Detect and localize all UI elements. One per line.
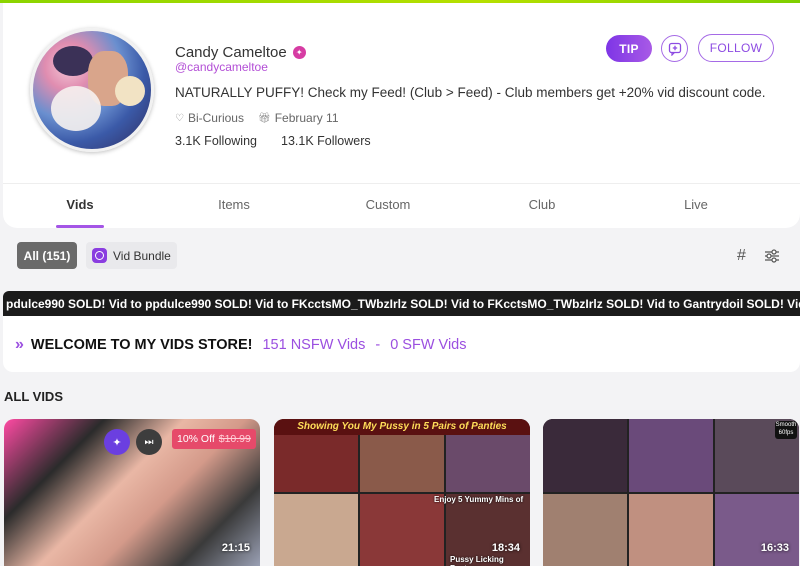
double-chevron-icon: »: [15, 336, 24, 353]
orientation-label: Bi-Curious: [187, 111, 244, 125]
profile-bio: NATURALLY PUFFY! Check my Feed! (Club > …: [175, 85, 766, 100]
welcome-banner: » WELCOME TO MY VIDS STORE! 151 NSFW Vid…: [15, 336, 466, 354]
thumb-cell: [543, 419, 627, 492]
tab-live[interactable]: Live: [619, 184, 773, 228]
birthday: 🎁︎ February 11: [258, 111, 339, 125]
nsfw-count[interactable]: 151 NSFW Vids: [262, 337, 365, 353]
thumb-cell: [715, 493, 799, 566]
tab-club[interactable]: Club: [465, 184, 619, 228]
sparkle-icon[interactable]: ✦: [104, 429, 130, 455]
video-card[interactable]: ✦ ⏭ 10% Off $10.99 21:15: [4, 419, 260, 566]
bundle-icon: [92, 248, 107, 263]
profile-tabs: Vids Items Custom Club Live: [3, 184, 800, 228]
avatar-art: [51, 86, 101, 131]
followers-count[interactable]: 13.1K Followers: [281, 134, 371, 148]
sales-ticker: pdulce990 SOLD! Vid to ppdulce990 SOLD! …: [3, 291, 800, 316]
filter-vid-bundle-label: Vid Bundle: [113, 248, 171, 263]
hashtag-icon[interactable]: #: [737, 247, 746, 265]
discount-label: 10% Off: [177, 433, 215, 445]
ticker-text: pdulce990 SOLD! Vid to ppdulce990 SOLD! …: [6, 296, 800, 311]
tab-custom[interactable]: Custom: [311, 184, 465, 228]
follow-button[interactable]: FOLLOW: [698, 34, 774, 62]
tab-items[interactable]: Items: [157, 184, 311, 228]
thumb-cell: [360, 493, 444, 566]
message-button[interactable]: [661, 35, 688, 62]
orientation: ♡ Bi-Curious: [175, 111, 244, 125]
fps-badge: Smooth 60fps: [775, 421, 797, 439]
avatar-art: [115, 76, 145, 106]
video-duration: 21:15: [221, 542, 250, 554]
count-separator: -: [375, 337, 381, 353]
avatar[interactable]: [30, 28, 154, 152]
chat-plus-icon: [668, 42, 681, 56]
verified-badge-icon: ✦: [292, 46, 306, 59]
avatar-art: [53, 46, 93, 76]
video-card[interactable]: Smooth 60fps 16:33: [543, 419, 799, 566]
birthday-label: February 11: [274, 111, 339, 125]
tab-vids[interactable]: Vids: [3, 184, 157, 228]
filter-vid-bundle-button[interactable]: Vid Bundle: [86, 242, 177, 269]
section-title: ALL VIDS: [4, 389, 63, 404]
filter-all-button[interactable]: All (151): [17, 242, 77, 269]
heart-icon: ♡: [175, 112, 184, 124]
sfw-count[interactable]: 0 SFW Vids: [390, 337, 466, 353]
thumb-cell: [629, 493, 713, 566]
video-duration: 18:34: [491, 542, 520, 554]
following-count[interactable]: 3.1K Following: [175, 134, 257, 148]
thumb-cell: [274, 493, 358, 566]
tip-button[interactable]: TIP: [606, 35, 652, 62]
profile-name: Candy Cameltoe: [175, 44, 287, 61]
video-caption: Enjoy 5 Yummy Mins of: [434, 495, 524, 504]
skip-forward-icon[interactable]: ⏭: [136, 429, 162, 455]
follow-counts: 3.1K Following 13.1K Followers: [175, 134, 371, 148]
video-caption: Pussy Licking Fantasy: [450, 555, 504, 566]
discount-badge: 10% Off $10.99: [172, 429, 256, 449]
welcome-title: WELCOME TO MY VIDS STORE!: [30, 337, 253, 353]
video-duration: 16:33: [760, 542, 789, 554]
gift-icon: 🎁︎: [257, 112, 271, 124]
profile-handle[interactable]: @candycameltoe: [175, 60, 268, 74]
profile-meta: ♡ Bi-Curious 🎁︎ February 11: [175, 111, 339, 125]
video-title-overlay: Showing You My Pussy in 5 Pairs of Panti…: [274, 419, 530, 435]
filter-settings-icon[interactable]: [764, 248, 780, 269]
thumb-cell: [629, 419, 713, 492]
old-price: $10.99: [218, 433, 251, 445]
thumb-cell: [543, 493, 627, 566]
profile-name-row: Candy Cameltoe ✦: [175, 44, 306, 61]
video-card[interactable]: Showing You My Pussy in 5 Pairs of Panti…: [274, 419, 530, 566]
